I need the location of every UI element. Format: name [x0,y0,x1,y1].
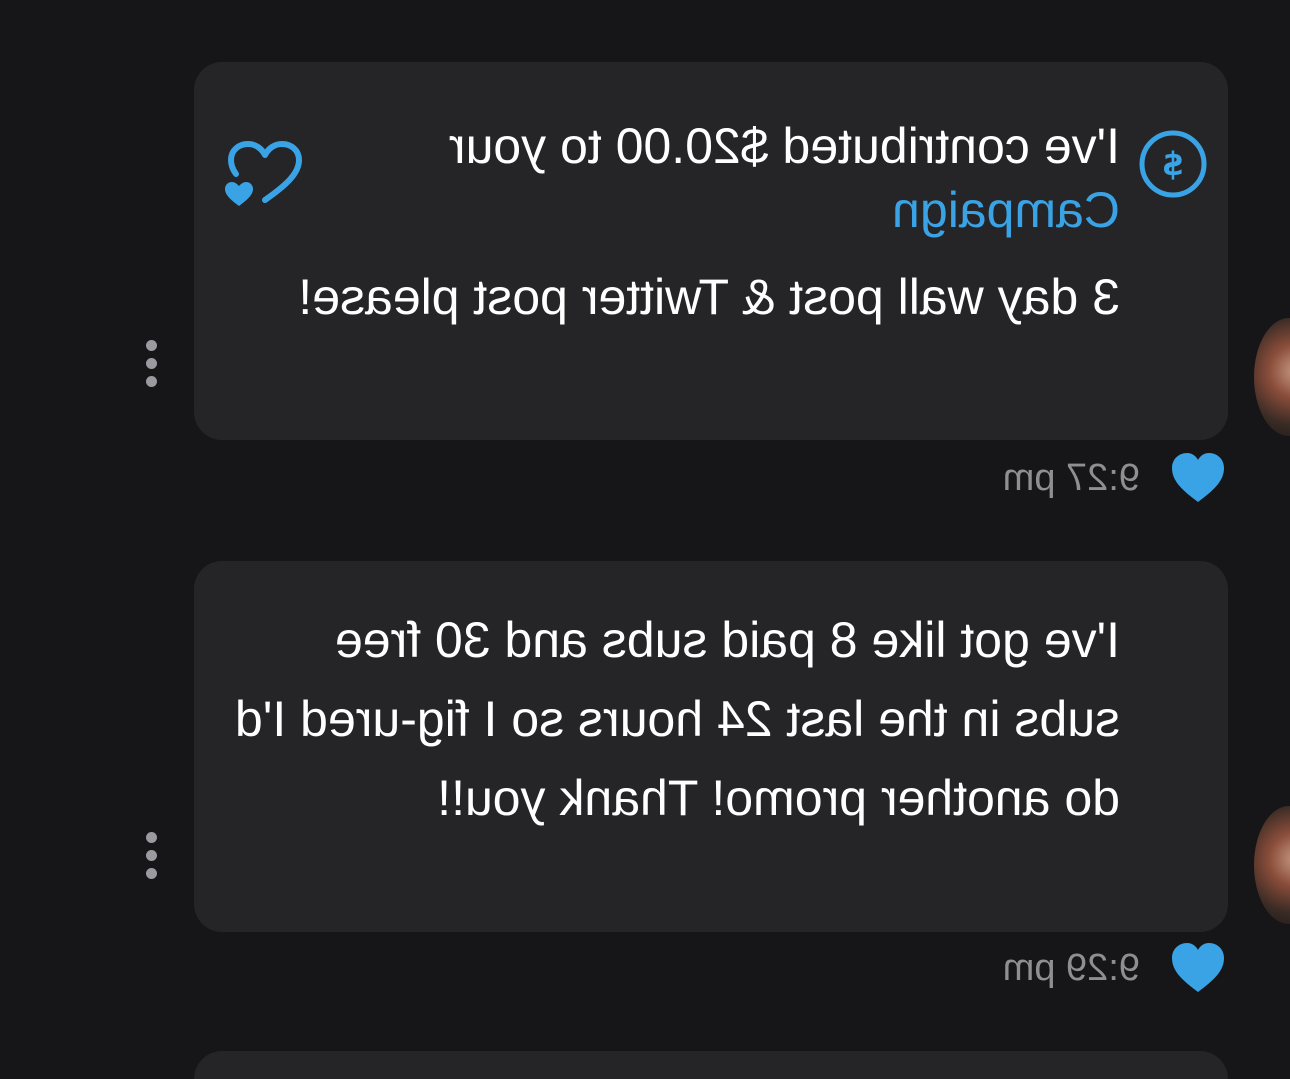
more-vertical-icon[interactable] [142,340,162,400]
message-meta: 9:29 pm [1003,938,1228,998]
message-bubble: I've got like 8 paid subs and 30 free su… [194,561,1228,932]
contribution-label: I've contributed $20.00 to your [448,118,1120,174]
contribution-banner: $ I've contributed $20.00 to your Campai… [225,114,1207,242]
menu-dot [146,850,158,861]
dollar-circle-icon: $ [1139,130,1207,198]
avatar[interactable] [1254,806,1290,924]
menu-dot [146,358,158,369]
heart-filled-icon[interactable] [1168,448,1228,508]
avatar[interactable] [1254,318,1290,436]
message-text: 3 day wall post & Twitter post please! [298,269,1120,325]
message-time: 9:27 pm [1002,456,1140,499]
chat-view: $ I've contributed $20.00 to your Campai… [0,0,1290,1079]
contribution-text: I've contributed $20.00 to your Campaign [420,114,1120,242]
message-meta: 9:27 pm [1003,448,1228,508]
heart-outline-icon[interactable] [221,140,305,210]
menu-dot [146,868,158,879]
message-bubble: $ I've contributed $20.00 to your Campai… [194,62,1228,440]
message-bubble [194,1051,1228,1079]
menu-dot [146,340,158,351]
campaign-link[interactable]: Campaign [892,182,1120,238]
menu-dot [146,832,158,843]
message-time: 9:29 pm [1002,946,1140,989]
heart-filled-icon[interactable] [1168,938,1228,998]
more-vertical-icon[interactable] [142,832,162,892]
menu-dot [146,376,158,387]
svg-text:$: $ [1162,145,1184,183]
message-text: I've got like 8 paid subs and 30 free su… [234,612,1120,826]
